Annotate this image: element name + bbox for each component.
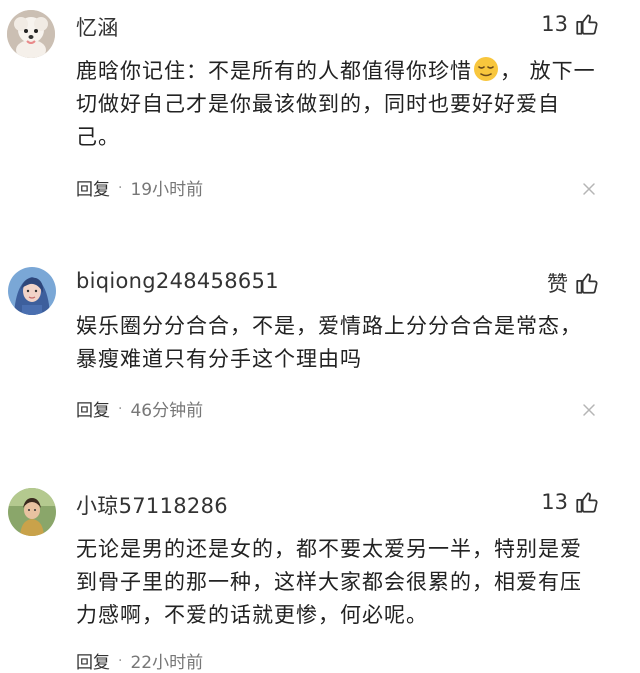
comment-time: 19小时前	[130, 180, 204, 200]
dog-avatar-icon	[7, 10, 55, 58]
like-count: 13	[541, 490, 568, 514]
like-button[interactable]: 13	[541, 489, 600, 515]
comment-text: 无论是男的还是女的，都不要太爱另一半，特别是爱到骨子里的那一种，这样大家都会很累…	[76, 537, 582, 627]
avatar[interactable]	[8, 488, 56, 536]
reply-button[interactable]: 回复	[76, 648, 110, 673]
child-avatar-icon	[8, 488, 56, 536]
comment-meta: 回复 · 46分钟前	[76, 396, 204, 422]
like-count: 赞	[547, 272, 568, 296]
comment-item: 小琼57118286 13 无论是男的还是女的，都不要太爱另一半，特别是爱到骨子…	[0, 455, 640, 673]
comment-item: biqiong248458651 赞 娱乐圈分分合合，不是，爱情路上分分合合是常…	[0, 225, 640, 455]
thumbs-up-icon	[576, 273, 598, 294]
comment-text-part: 鹿晗你记住：不是所有的人都值得你珍惜	[76, 59, 472, 83]
comment-username[interactable]: 小琼57118286	[76, 490, 228, 520]
like-count: 13	[541, 12, 568, 36]
comment-time: 46分钟前	[130, 401, 204, 421]
comment-item: 忆涵 13 鹿晗你记住：不是所有的人都值得你珍惜 ， 放下一切做好自己才是你最该…	[0, 0, 640, 225]
comment-text: 娱乐圈分分合合，不是，爱情路上分分合合是常态，暴瘦难道只有分手这个理由吗	[76, 314, 582, 371]
comment-meta: 回复 · 22小时前	[76, 648, 203, 673]
person-avatar-icon	[8, 267, 56, 315]
separator-dot: ·	[118, 400, 123, 417]
close-icon[interactable]	[582, 403, 596, 417]
like-button[interactable]: 13	[541, 11, 600, 37]
comment-username[interactable]: 忆涵	[76, 12, 119, 42]
separator-dot: ·	[118, 179, 123, 196]
reply-button[interactable]: 回复	[76, 396, 110, 421]
reply-button[interactable]: 回复	[76, 175, 110, 200]
thumbs-up-icon	[576, 492, 598, 513]
relieved-face-emoji-icon	[474, 57, 498, 81]
close-icon[interactable]	[582, 182, 596, 196]
separator-dot: ·	[118, 652, 123, 669]
avatar[interactable]	[8, 267, 56, 315]
comment-meta: 回复 · 19小时前	[76, 175, 204, 201]
comment-time: 22小时前	[130, 653, 204, 673]
like-button[interactable]: 赞	[547, 268, 600, 298]
thumbs-up-icon	[576, 14, 598, 35]
avatar[interactable]	[7, 10, 55, 58]
comment-username[interactable]: biqiong248458651	[76, 269, 279, 293]
comment-text: 鹿晗你记住：不是所有的人都值得你珍惜 ， 放下一切做好自己才是你最该做到的，同时…	[76, 55, 596, 154]
